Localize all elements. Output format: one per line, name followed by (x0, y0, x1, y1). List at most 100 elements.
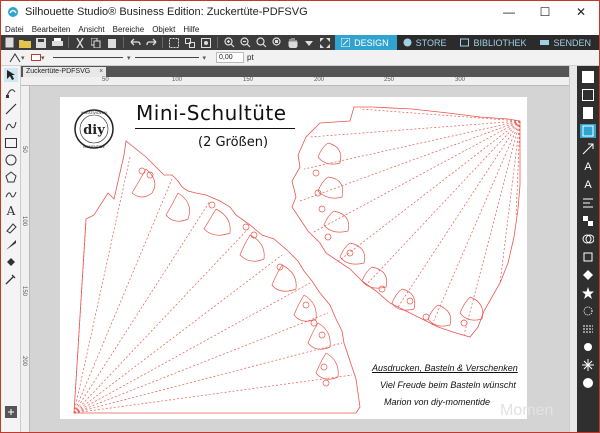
menu-objekt[interactable]: Objekt (148, 25, 179, 34)
tab-store[interactable]: STORE (396, 35, 455, 50)
ruler-tick-label: 150 (243, 77, 254, 83)
eraser-tool-icon[interactable] (4, 221, 18, 235)
redo-icon[interactable] (144, 36, 158, 49)
rectangle-tool-icon[interactable] (4, 136, 18, 150)
align-icon[interactable] (580, 196, 596, 210)
workspace-tabs: DESIGN STORE BIBLIOTHEK SENDEN (335, 35, 599, 50)
line-color-swatch[interactable] (31, 54, 41, 61)
main-toolbar: DESIGN STORE BIBLIOTHEK SENDEN (1, 35, 599, 50)
fill-color-icon[interactable] (580, 70, 596, 84)
document-tab-strip: Zuckertüte-PDFSVG × (21, 66, 577, 77)
tab-senden-label: SENDEN (553, 37, 591, 48)
menu-datei[interactable]: Datei (1, 25, 28, 34)
toolbar-divider (162, 37, 163, 48)
dropdown-arrow-icon[interactable]: ▾ (127, 54, 131, 62)
close-button[interactable]: ✕ (563, 1, 599, 23)
tab-senden[interactable]: SENDEN (534, 35, 599, 50)
maximize-button[interactable]: ☐ (527, 1, 563, 23)
line-weight-preview[interactable] (134, 57, 199, 58)
polygon-tool-icon[interactable] (4, 170, 18, 184)
zoom-in-icon[interactable] (222, 36, 236, 49)
layers-panel-icon[interactable] (580, 124, 596, 138)
curve-tool-icon[interactable] (4, 119, 18, 133)
group-icon[interactable] (167, 36, 181, 49)
ruler-tick-label: 50 (102, 77, 109, 83)
print-icon[interactable] (50, 36, 64, 49)
ruler-tick-label: 100 (172, 77, 183, 83)
zoom-box-icon[interactable] (254, 36, 268, 49)
menu-bereiche[interactable]: Bereiche (109, 25, 149, 34)
silhouette-app-icon (8, 7, 18, 17)
line-tool-icon[interactable] (4, 102, 18, 116)
text-path-icon[interactable]: A (580, 178, 596, 192)
replicate-icon[interactable] (580, 214, 596, 228)
greeting-note: Viel Freude beim Basteln wünscht (380, 380, 516, 390)
text-style-icon[interactable]: A (580, 160, 596, 174)
dropdown-arrow-icon[interactable]: ▾ (41, 54, 49, 62)
window-title: Silhouette Studio® Business Edition: Zuc… (25, 6, 308, 18)
ungroup-icon[interactable] (183, 36, 197, 49)
new-file-icon[interactable] (2, 36, 16, 49)
puzzle-icon[interactable] (580, 340, 596, 354)
vertical-scrollbar[interactable] (569, 66, 577, 432)
fit-page-icon[interactable] (318, 36, 332, 49)
copy-icon[interactable] (89, 36, 103, 49)
color-wheel-icon[interactable] (580, 376, 596, 390)
cut-icon[interactable] (73, 36, 87, 49)
ruler-tick-label: 300 (455, 77, 466, 83)
menu-hilfe[interactable]: Hilfe (179, 25, 203, 34)
dropdown-arrow-icon[interactable]: ▾ (203, 54, 207, 62)
open-folder-icon[interactable] (18, 36, 32, 49)
tab-bibliothek[interactable]: BIBLIOTHEK (454, 35, 535, 50)
minimize-button[interactable]: — (491, 1, 527, 23)
paste-icon[interactable] (105, 36, 119, 49)
store-icon (403, 38, 412, 47)
signature-note: Marion von diy-momentide (384, 397, 491, 407)
modify-icon[interactable] (580, 232, 596, 246)
edit-points-icon[interactable] (4, 85, 18, 99)
zoom-out-icon[interactable] (238, 36, 252, 49)
move-down-icon[interactable] (302, 36, 316, 49)
tab-bibliothek-label: BIBLIOTHEK (473, 37, 527, 48)
sketch-icon[interactable] (580, 304, 596, 318)
knife-tool-icon[interactable] (4, 238, 18, 252)
ruler-tick-label: 250 (384, 77, 395, 83)
star-pattern-icon[interactable] (580, 286, 596, 300)
freehand-tool-icon[interactable] (4, 187, 18, 201)
toolbar-divider (68, 37, 69, 48)
line-width-input[interactable]: 0,00 (216, 52, 245, 63)
transform-icon[interactable] (580, 142, 596, 156)
save-icon[interactable] (34, 36, 48, 49)
tab-design[interactable]: DESIGN (335, 35, 397, 50)
menu-ansicht[interactable]: Ansicht (74, 25, 108, 34)
menu-bearbeiten[interactable]: Bearbeiten (28, 25, 75, 34)
pan-hand-icon[interactable] (286, 36, 300, 49)
diy-momentide-logo: diy KREATIVIDEEN MOMENTIDE (74, 109, 114, 149)
fill-tool-icon[interactable] (4, 255, 18, 269)
select-tool-icon[interactable] (4, 68, 18, 82)
line-color-panel-icon[interactable] (580, 88, 596, 102)
offset-icon[interactable] (580, 250, 596, 264)
snowflake-icon[interactable] (580, 358, 596, 372)
cutter-icon (540, 40, 550, 45)
page-subtitle: (2 Größen) (198, 135, 269, 150)
zoom-fit-icon[interactable] (270, 36, 284, 49)
document-tab[interactable]: Zuckertüte-PDFSVG × (23, 67, 107, 77)
tab-store-label: STORE (415, 37, 447, 48)
select-all-icon[interactable] (199, 36, 213, 49)
text-tool-icon[interactable]: A (4, 204, 18, 218)
line-color-icon[interactable] (9, 52, 21, 63)
library-toggle-icon[interactable] (5, 406, 17, 418)
line-style-preview[interactable] (53, 57, 123, 58)
left-toolbar: A (1, 66, 21, 432)
eyedropper-tool-icon[interactable] (4, 272, 18, 286)
page-setup-panel-icon[interactable] (580, 106, 596, 120)
undo-icon[interactable] (128, 36, 142, 49)
vertical-ruler: 50 100 150 200 (21, 86, 30, 432)
toolbar-divider (123, 37, 124, 48)
ellipse-tool-icon[interactable] (4, 153, 18, 167)
nesting-icon[interactable] (580, 322, 596, 336)
trace-icon[interactable] (580, 268, 596, 282)
dropdown-arrow-icon[interactable]: ▾ (21, 54, 31, 62)
close-tab-icon[interactable]: × (99, 67, 103, 77)
